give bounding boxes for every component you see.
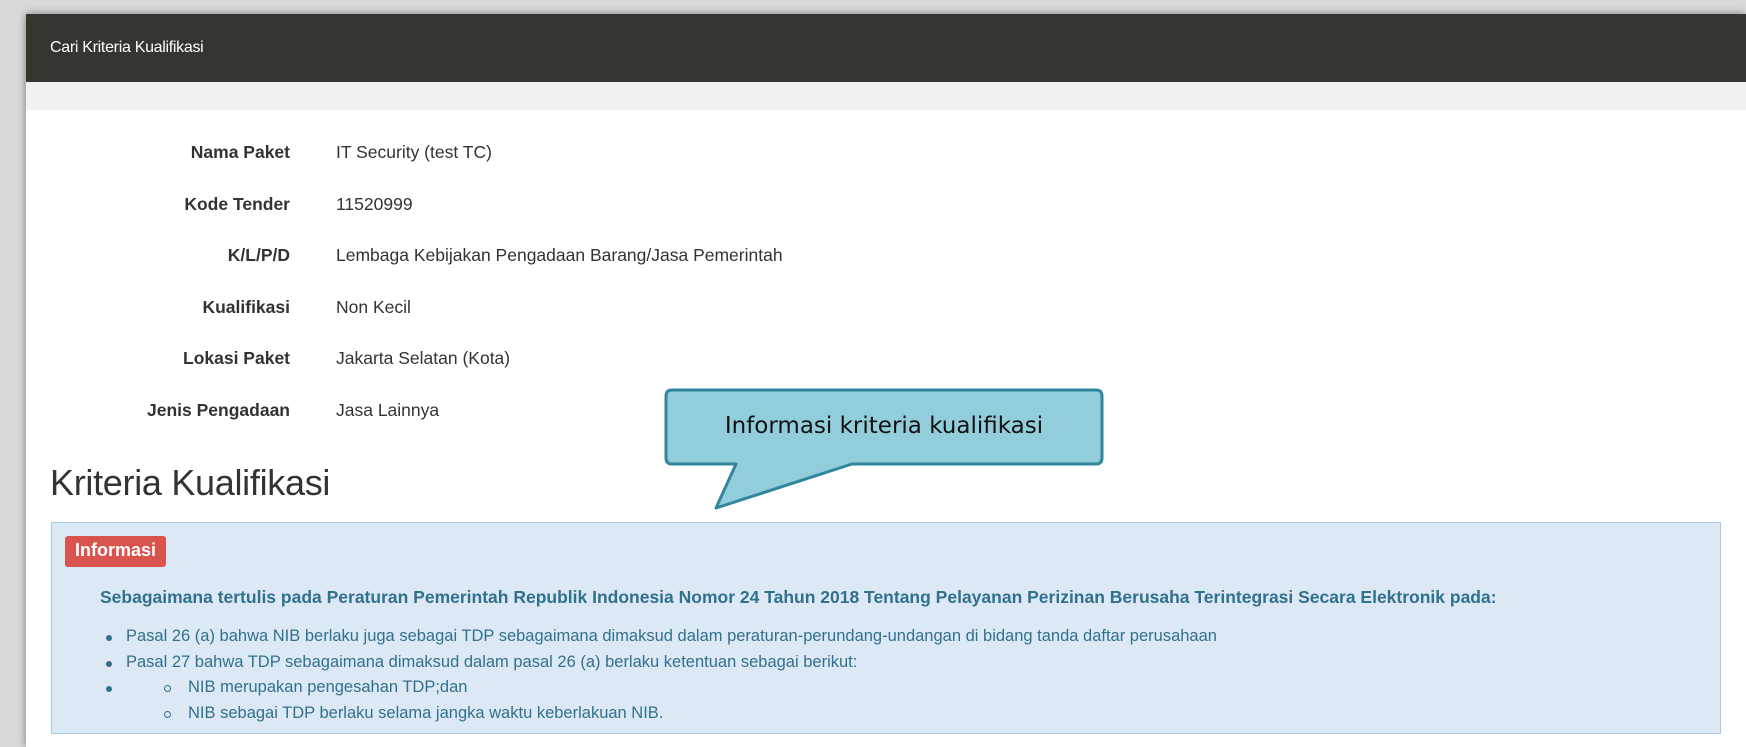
detail-label: Lokasi Paket (183, 348, 290, 368)
detail-value: Jakarta Selatan (Kota) (336, 348, 511, 368)
info-list: Pasal 26 (a) bahwa NIB berlaku juga seba… (100, 627, 1217, 729)
detail-row-kualifikasi: Kualifikasi Non Kecil (26, 297, 783, 349)
section-title: Kriteria Kualifikasi (50, 462, 331, 503)
detail-row-kode-tender: Kode Tender 11520999 (26, 194, 783, 246)
info-list-item: Pasal 27 bahwa TDP sebagaimana dimaksud … (100, 653, 1217, 679)
detail-value: 11520999 (336, 193, 413, 214)
detail-row-klpd: K/L/P/D Lembaga Kebijakan Pengadaan Bara… (26, 245, 783, 297)
callout-annotation: Informasi kriteria kualifikasi (664, 388, 1104, 510)
detail-value: Lembaga Kebijakan Pengadaan Barang/Jasa … (336, 245, 783, 265)
detail-value: Non Kecil (336, 296, 411, 317)
info-sub-list-wrapper: NIB merupakan pengesahan TDP;dan NIB seb… (100, 678, 1217, 729)
detail-label: Jenis Pengadaan (147, 399, 290, 420)
detail-label: K/L/P/D (227, 245, 290, 265)
panel-title: Cari Kriteria Kualifikasi (50, 39, 204, 56)
info-sub-list: NIB merupakan pengesahan TDP;dan NIB seb… (100, 678, 1217, 729)
info-badge: Informasi (65, 536, 167, 567)
detail-label: Nama Paket (190, 142, 290, 162)
info-list-item: Pasal 26 (a) bahwa NIB berlaku juga seba… (100, 627, 1217, 653)
info-alert-box: Informasi Sebagaimana tertulis pada Pera… (51, 522, 1721, 734)
detail-row-nama-paket: Nama Paket IT Security (test TC) (26, 142, 783, 194)
detail-label: Kualifikasi (202, 296, 290, 317)
detail-value: IT Security (test TC) (336, 142, 492, 162)
callout-text: Informasi kriteria kualifikasi (724, 413, 1044, 439)
panel-header: Cari Kriteria Kualifikasi (26, 14, 1746, 82)
panel-strip (26, 82, 1746, 110)
info-sub-item: NIB merupakan pengesahan TDP;dan (100, 678, 1217, 704)
page-frame: Cari Kriteria Kualifikasi Nama Paket IT … (26, 14, 1746, 747)
detail-value: Jasa Lainnya (336, 399, 440, 420)
info-sub-item: NIB sebagai TDP berlaku selama jangka wa… (100, 704, 1217, 730)
info-heading: Sebagaimana tertulis pada Peraturan Peme… (100, 587, 1497, 607)
detail-label: Kode Tender (184, 193, 290, 214)
